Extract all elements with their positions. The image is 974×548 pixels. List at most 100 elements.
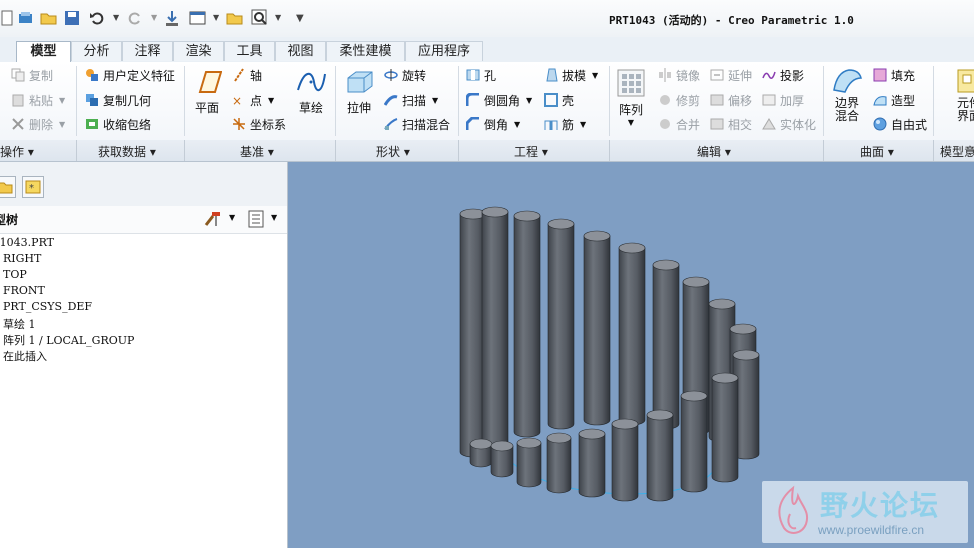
draft-button[interactable]: 拔模 ▼ <box>543 65 598 85</box>
tree-item-insert-here[interactable]: 在此插入 <box>3 348 47 364</box>
model-tree-title: 模型树 <box>0 213 18 227</box>
tab-render[interactable]: 渲染 <box>173 41 224 61</box>
group-surfaces[interactable]: 曲面 ▾ <box>860 143 894 160</box>
tree-item-front[interactable]: FRONT <box>3 284 45 297</box>
group-get-data[interactable]: 获取数据 ▾ <box>98 143 156 160</box>
trim-button[interactable]: 修剪 <box>657 90 700 110</box>
windows-dropdown-icon[interactable]: ▼ <box>213 13 219 22</box>
save-icon[interactable] <box>63 9 81 27</box>
plane-icon <box>198 71 222 93</box>
project-icon <box>761 67 777 83</box>
pattern-button[interactable]: 阵列 ▼ <box>613 68 649 127</box>
close-window-icon[interactable] <box>226 9 244 27</box>
fill-button[interactable]: 填充 <box>872 65 915 85</box>
undo-dropdown-icon[interactable]: ▼ <box>113 13 119 22</box>
extrude-button[interactable]: 拉伸 <box>341 68 377 116</box>
tab-view[interactable]: 视图 <box>275 41 326 61</box>
group-engineering[interactable]: 工程 ▾ <box>514 143 548 160</box>
tree-item-csys[interactable]: PRT_CSYS_DEF <box>3 300 92 313</box>
style-button[interactable]: 造型 <box>872 90 915 110</box>
swept-blend-icon <box>383 116 399 132</box>
freestyle-button[interactable]: 自由式 <box>872 114 927 134</box>
group-operations[interactable]: 操作 ▾ <box>0 143 34 160</box>
sweep-button[interactable]: 扫描 ▼ <box>383 90 438 110</box>
shell-button[interactable]: 壳 <box>543 90 574 110</box>
group-model-intent[interactable]: 模型意 <box>940 143 974 160</box>
round-button[interactable]: 倒圆角 ▼ <box>465 90 532 110</box>
revolve-button[interactable]: 旋转 <box>383 65 426 85</box>
tab-flexible-modeling[interactable]: 柔性建模 <box>326 41 405 61</box>
cylinder-front-2 <box>490 440 514 478</box>
tree-item-sketch[interactable]: 草绘 1 <box>3 316 36 332</box>
favorites-tab[interactable]: * <box>22 176 44 198</box>
cylinder-back-2 <box>481 206 509 450</box>
merge-button[interactable]: 合并 <box>657 114 700 134</box>
group-editing[interactable]: 编辑 ▾ <box>697 143 731 160</box>
axis-icon <box>231 67 247 83</box>
tree-show-icon[interactable] <box>247 210 265 231</box>
offset-button[interactable]: 偏移 <box>709 90 752 110</box>
project-button[interactable]: 投影 <box>761 65 804 85</box>
tab-annotate[interactable]: 注释 <box>122 41 173 61</box>
point-button[interactable]: × 点 ▼ <box>231 90 274 110</box>
style-icon <box>872 92 888 108</box>
sketch-icon <box>297 72 326 92</box>
tab-model[interactable]: 模型 <box>16 41 71 63</box>
sketch-button[interactable]: 草绘 <box>293 68 329 116</box>
tree-item-pattern[interactable]: 阵列 1 / LOCAL_GROUP <box>3 332 134 348</box>
tree-item-right[interactable]: RIGHT <box>3 252 41 265</box>
solidify-button[interactable]: 实体化 <box>761 114 816 134</box>
redo-icon[interactable] <box>126 9 144 27</box>
extend-button[interactable]: 延伸 <box>709 65 752 85</box>
chamfer-icon <box>465 116 481 132</box>
boundary-blend-button[interactable]: 边界混合 <box>826 68 868 123</box>
tree-settings-dropdown-icon[interactable]: ▼ <box>229 213 235 222</box>
plane-button[interactable]: 平面 <box>189 68 225 116</box>
tab-applications[interactable]: 应用程序 <box>405 41 483 61</box>
trim-icon <box>657 92 673 108</box>
group-shapes[interactable]: 形状 ▾ <box>376 143 410 160</box>
tree-show-dropdown-icon[interactable]: ▼ <box>271 213 277 222</box>
cylinder-front-9 <box>711 372 739 483</box>
copy-button[interactable]: 复制 <box>10 65 53 85</box>
redo-dropdown-icon[interactable]: ▼ <box>151 13 157 22</box>
model-tree-tab[interactable] <box>0 176 16 198</box>
zoom-dropdown-icon[interactable]: ▼ <box>275 13 281 22</box>
round-icon <box>465 92 481 108</box>
paste-button[interactable]: 粘贴 ▼ <box>10 90 65 110</box>
new-file-icon[interactable] <box>0 9 16 27</box>
tab-tools[interactable]: 工具 <box>224 41 275 61</box>
tree-settings-icon[interactable] <box>203 210 223 231</box>
delete-icon <box>10 116 26 132</box>
csys-button[interactable]: 坐标系 <box>231 114 286 134</box>
tree-item-part[interactable]: PRT1043.PRT <box>0 236 54 249</box>
cylinder-front-4 <box>546 432 572 494</box>
delete-button[interactable]: 删除 ▼ <box>10 114 65 134</box>
tree-item-top[interactable]: TOP <box>3 268 27 281</box>
udf-button[interactable]: 用户定义特征 <box>84 65 175 85</box>
svg-text:*: * <box>29 183 34 194</box>
rib-button[interactable]: 筋 ▼ <box>543 114 586 134</box>
hole-button[interactable]: 孔 <box>465 65 496 85</box>
chamfer-button[interactable]: 倒角 ▼ <box>465 114 520 134</box>
copy-geometry-button[interactable]: 复制几何 <box>84 90 151 110</box>
undo-icon[interactable] <box>88 9 106 27</box>
shrinkwrap-button[interactable]: 收缩包络 <box>84 114 151 134</box>
intersect-button[interactable]: 相交 <box>709 114 752 134</box>
windows-icon[interactable] <box>189 9 207 27</box>
open-file-icon[interactable] <box>17 9 35 27</box>
component-interface-button[interactable]: 元件 界面 <box>951 68 974 123</box>
swept-blend-button[interactable]: 扫描混合 <box>383 114 450 134</box>
customize-toolbar-icon[interactable]: ▼ <box>296 13 304 24</box>
extend-icon <box>709 67 725 83</box>
tab-analysis[interactable]: 分析 <box>71 41 122 61</box>
folder-icon[interactable] <box>40 9 58 27</box>
mirror-button[interactable]: 镜像 <box>657 65 700 85</box>
group-datum[interactable]: 基准 ▾ <box>240 143 274 160</box>
cylinder-front-7 <box>646 409 674 502</box>
zoom-icon[interactable] <box>251 9 269 27</box>
window-title: PRT1043 (活动的) - Creo Parametric 1.0 <box>609 14 854 27</box>
axis-button[interactable]: 轴 <box>231 65 262 85</box>
thicken-button[interactable]: 加厚 <box>761 90 804 110</box>
regenerate-icon[interactable] <box>163 9 181 27</box>
